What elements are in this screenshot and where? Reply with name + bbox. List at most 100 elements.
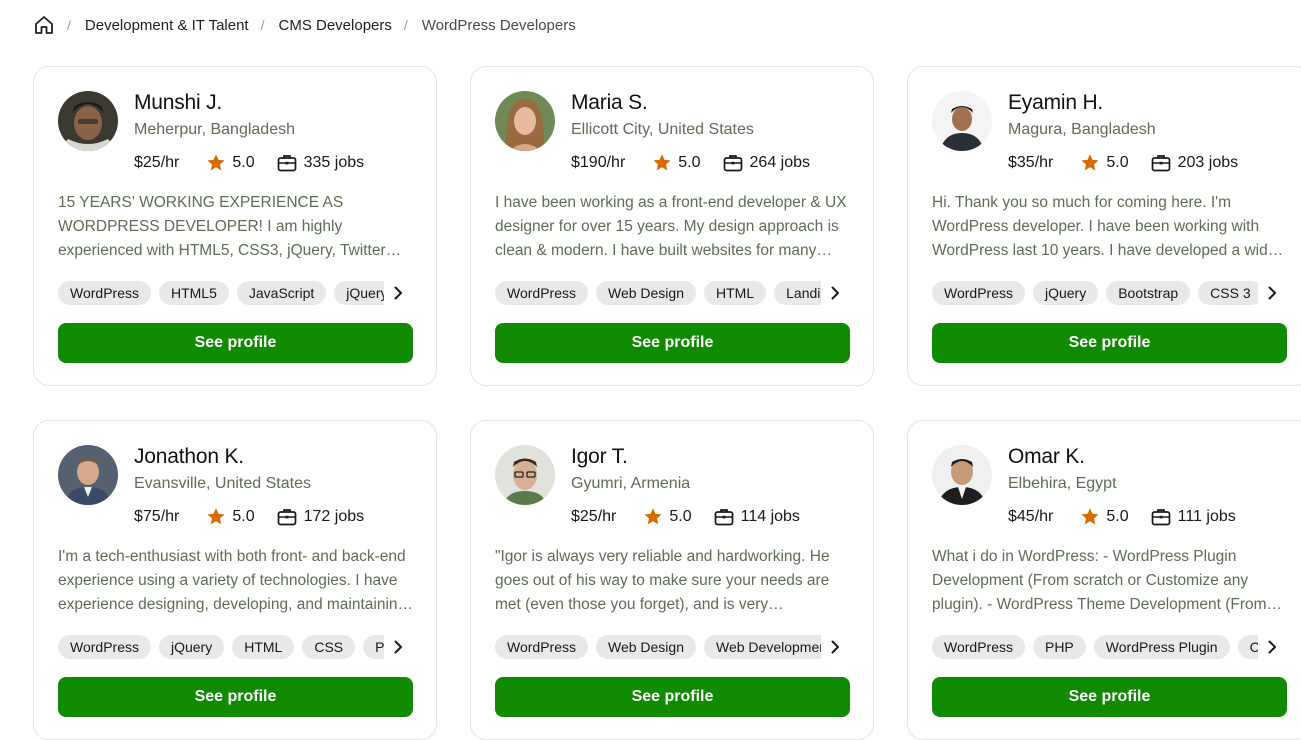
briefcase-icon [1151, 509, 1170, 526]
skill-chip[interactable]: PHP [363, 635, 384, 659]
jobs-count: 264 jobs [749, 154, 811, 171]
chevron-right-icon[interactable] [1260, 281, 1284, 305]
star-icon [1081, 508, 1099, 525]
see-profile-button[interactable]: See profile [58, 323, 413, 363]
briefcase-icon [723, 155, 742, 172]
briefcase-icon [1151, 155, 1170, 172]
jobs-count: 172 jobs [303, 508, 365, 525]
freelancer-stats: $45/hr 5.0 111 jobs [1008, 505, 1236, 529]
freelancer-name[interactable]: Eyamin H. [1008, 91, 1103, 115]
hourly-rate: $25/hr [571, 508, 617, 525]
freelancer-location: Magura, Bangladesh [1008, 121, 1156, 138]
home-icon[interactable] [33, 14, 55, 36]
freelancer-location: Gyumri, Armenia [571, 475, 691, 492]
star-icon [644, 508, 662, 525]
skills-list: WordPress Web Design HTML Landing Page [495, 281, 821, 305]
skill-chip[interactable]: Web Development [704, 635, 821, 659]
skill-chip[interactable]: HTML5 [158, 281, 229, 305]
hourly-rate: $190/hr [571, 154, 626, 171]
avatar [495, 445, 555, 505]
see-profile-button[interactable]: See profile [495, 323, 850, 363]
freelancer-stats: $25/hr 5.0 114 jobs [571, 505, 800, 529]
breadcrumb-development-it-talent[interactable]: Development & IT Talent [85, 17, 249, 34]
rating-value: 5.0 [232, 154, 255, 171]
freelancer-stats: $190/hr 5.0 264 jobs [571, 151, 810, 175]
rating-value: 5.0 [232, 508, 255, 525]
chevron-right-icon[interactable] [823, 281, 847, 305]
see-profile-button[interactable]: See profile [932, 323, 1287, 363]
freelancer-location: Meherpur, Bangladesh [134, 121, 295, 138]
jobs-count: 335 jobs [303, 154, 365, 171]
skill-chip[interactable]: WordPress [932, 635, 1025, 659]
freelancer-location: Elbehira, Egypt [1008, 475, 1117, 492]
hourly-rate: $75/hr [134, 508, 180, 525]
skill-chip[interactable]: HTML [232, 635, 295, 659]
see-profile-button[interactable]: See profile [495, 677, 850, 717]
skill-chip[interactable]: JavaScript [236, 281, 327, 305]
freelancer-card-omar: Omar K. Elbehira, Egypt $45/hr 5.0 111 j… [907, 420, 1301, 740]
freelancer-description: I have been working as a front-end devel… [495, 194, 847, 259]
see-profile-button[interactable]: See profile [932, 677, 1287, 717]
freelancer-name[interactable]: Maria S. [571, 91, 648, 115]
freelancer-stats: $25/hr 5.0 335 jobs [134, 151, 364, 175]
skill-chip[interactable]: jQuery [334, 281, 384, 305]
jobs-count: 114 jobs [740, 508, 800, 525]
briefcase-icon [714, 509, 733, 526]
skill-chip[interactable]: PHP [1032, 635, 1086, 659]
briefcase-icon [277, 155, 296, 172]
avatar [58, 445, 118, 505]
chevron-right-icon[interactable] [386, 281, 410, 305]
freelancer-name[interactable]: Munshi J. [134, 91, 222, 115]
rating-value: 5.0 [1106, 154, 1129, 171]
briefcase-icon [277, 509, 296, 526]
skill-chip[interactable]: WordPress [932, 281, 1025, 305]
skills-list: WordPress PHP WordPress Plugin CSS [932, 635, 1258, 659]
skill-chip[interactable]: CSS [1237, 635, 1258, 659]
skill-chip[interactable]: HTML [704, 281, 767, 305]
star-icon [207, 154, 225, 171]
skill-chip[interactable]: CSS [302, 635, 356, 659]
freelancer-name[interactable]: Jonathon K. [134, 445, 244, 469]
skill-chip[interactable]: Bootstrap [1106, 281, 1191, 305]
skills-list: WordPress HTML5 JavaScript jQuery [58, 281, 384, 305]
avatar [932, 91, 992, 151]
skill-chip[interactable]: WordPress [58, 635, 151, 659]
chevron-right-icon[interactable] [386, 635, 410, 659]
skill-chip[interactable]: Web Design [595, 281, 696, 305]
avatar [58, 91, 118, 151]
avatar [932, 445, 992, 505]
skills-list: WordPress jQuery HTML CSS PHP [58, 635, 384, 659]
freelancer-card-eyamin: Eyamin H. Magura, Bangladesh $35/hr 5.0 … [907, 66, 1301, 386]
freelancer-card-igor: Igor T. Gyumri, Armenia $25/hr 5.0 114 j… [470, 420, 874, 740]
freelancer-name[interactable]: Omar K. [1008, 445, 1085, 469]
skill-chip[interactable]: Web Design [595, 635, 696, 659]
star-icon [1081, 154, 1099, 171]
skill-chip[interactable]: WordPress [495, 281, 588, 305]
skill-chip[interactable]: Landing Page [774, 281, 821, 305]
star-icon [653, 154, 671, 171]
skill-chip[interactable]: jQuery [158, 635, 225, 659]
freelancer-card-jonathon: Jonathon K. Evansville, United States $7… [33, 420, 437, 740]
breadcrumb-separator: / [67, 17, 71, 33]
see-profile-button[interactable]: See profile [58, 677, 413, 717]
freelancer-name[interactable]: Igor T. [571, 445, 628, 469]
skill-chip[interactable]: CSS 3 [1198, 281, 1258, 305]
hourly-rate: $25/hr [134, 154, 180, 171]
rating-value: 5.0 [1106, 508, 1129, 525]
freelancer-description: Hi. Thank you so much for coming here. I… [932, 194, 1277, 259]
skill-chip[interactable]: WordPress [58, 281, 151, 305]
chevron-right-icon[interactable] [823, 635, 847, 659]
freelancer-location: Evansville, United States [134, 475, 311, 492]
star-icon [207, 508, 225, 525]
freelancer-card-maria: Maria S. Ellicott City, United States $1… [470, 66, 874, 386]
freelancer-stats: $35/hr 5.0 203 jobs [1008, 151, 1238, 175]
chevron-right-icon[interactable] [1260, 635, 1284, 659]
skill-chip[interactable]: jQuery [1032, 281, 1099, 305]
freelancer-description: "Igor is always very reliable and hardwo… [495, 548, 830, 613]
hourly-rate: $45/hr [1008, 508, 1054, 525]
freelancer-card-munshi: Munshi J. Meherpur, Bangladesh $25/hr 5.… [33, 66, 437, 386]
skill-chip[interactable]: WordPress Plugin [1093, 635, 1230, 659]
skill-chip[interactable]: WordPress [495, 635, 588, 659]
breadcrumb-cms-developers[interactable]: CMS Developers [279, 17, 392, 34]
freelancer-description: What i do in WordPress: - WordPress Plug… [932, 548, 1267, 613]
